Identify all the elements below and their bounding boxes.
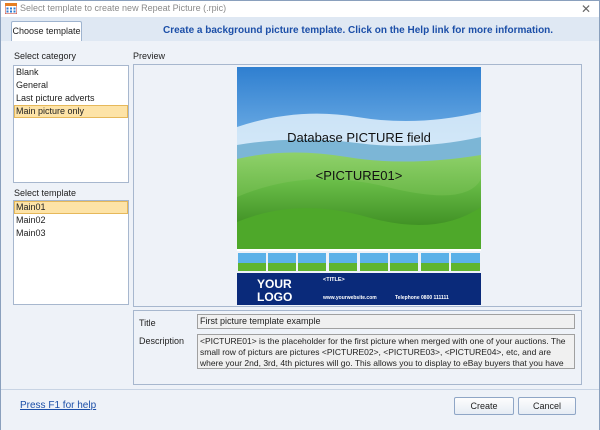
- select-template-label: Select template: [14, 188, 77, 198]
- help-link[interactable]: Press F1 for help: [20, 400, 96, 411]
- telephone-text: Telephone 0800 111111: [395, 295, 449, 301]
- create-button[interactable]: Create: [454, 397, 514, 415]
- field-caption: Database PICTURE field: [287, 130, 431, 145]
- website-text: www.yourwebsite.com: [322, 295, 377, 301]
- title-field[interactable]: First picture template example: [197, 314, 575, 329]
- category-list[interactable]: Blank General Last picture adverts Main …: [13, 65, 129, 183]
- cancel-button[interactable]: Cancel: [518, 397, 576, 415]
- select-category-label: Select category: [14, 51, 77, 61]
- template-list[interactable]: Main01 Main02 Main03: [13, 200, 129, 305]
- title-tag: <TITLE>: [323, 277, 345, 283]
- logo-line-2: LOGO: [257, 290, 292, 304]
- calendar-grid-icon: [5, 3, 17, 14]
- preview-label: Preview: [133, 51, 166, 61]
- template-preview-image: Database PICTURE field <PICTURE01> YOUR …: [237, 67, 481, 305]
- title-bar: Select template to create new Repeat Pic…: [1, 1, 599, 17]
- preview-frame: Database PICTURE field <PICTURE01> YOUR …: [133, 64, 582, 307]
- picture-placeholder: <PICTURE01>: [316, 168, 403, 183]
- tab-choose-template[interactable]: Choose template: [11, 21, 82, 41]
- list-item[interactable]: Main01: [14, 201, 128, 214]
- list-item[interactable]: Last picture adverts: [14, 92, 128, 105]
- list-item[interactable]: General: [14, 79, 128, 92]
- header-message: Create a background picture template. Cl…: [163, 25, 554, 36]
- list-item[interactable]: Main picture only: [14, 105, 128, 118]
- close-icon[interactable]: ✕: [581, 1, 591, 17]
- dialog-window: Select template to create new Repeat Pic…: [0, 0, 600, 430]
- thumbnail-row: [238, 253, 480, 271]
- description-field[interactable]: <PICTURE01> is the placeholder for the f…: [197, 334, 575, 369]
- list-item[interactable]: Blank: [14, 66, 128, 79]
- description-label: Description: [139, 336, 185, 346]
- logo-line-1: YOUR: [257, 277, 292, 291]
- title-label: Title: [139, 318, 156, 328]
- window-title: Select template to create new Repeat Pic…: [20, 3, 227, 13]
- list-item[interactable]: Main02: [14, 214, 128, 227]
- list-item[interactable]: Main03: [14, 227, 128, 240]
